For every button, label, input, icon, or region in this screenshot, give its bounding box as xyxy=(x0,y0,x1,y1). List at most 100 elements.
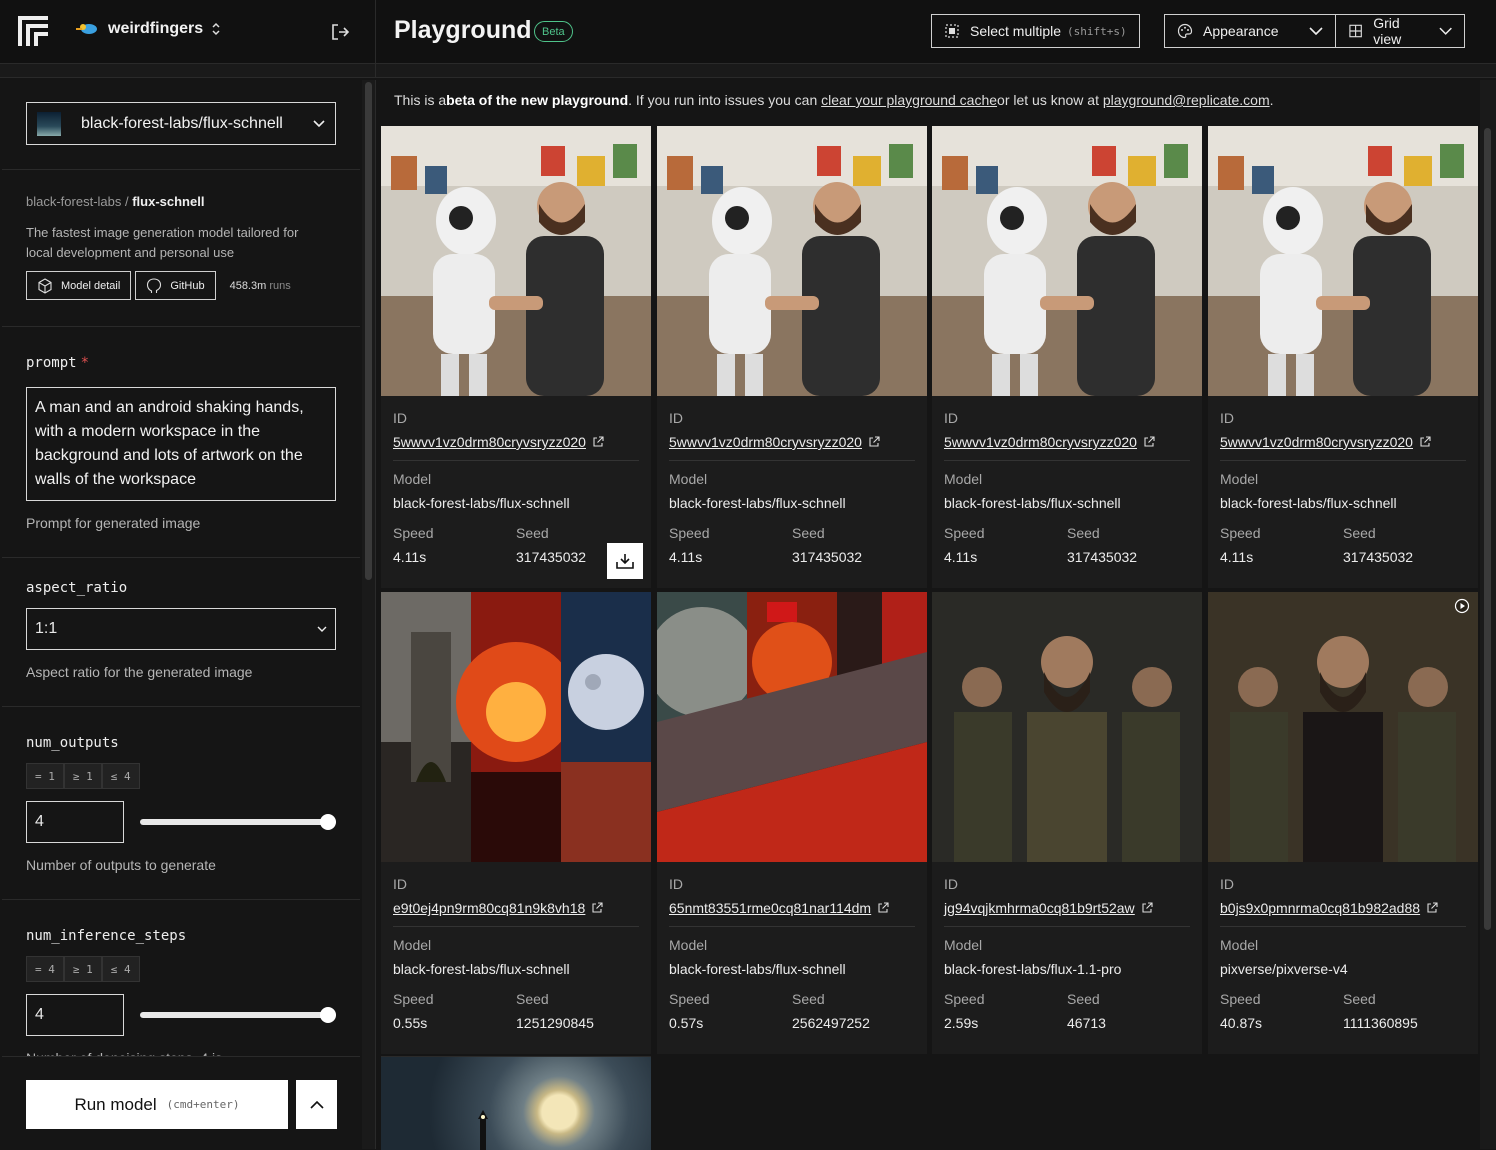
aspect-ratio-select[interactable]: 1:1 xyxy=(26,608,336,650)
appearance-label: Appearance xyxy=(1203,23,1279,39)
output-card[interactable]: ID b0js9x0pmnrma0cq81b982ad88 Model pixv… xyxy=(1208,592,1478,1054)
output-image[interactable] xyxy=(932,126,1202,396)
seed-label: Seed xyxy=(792,991,825,1007)
divider xyxy=(669,926,915,927)
model-value: black-forest-labs/flux-1.1-pro xyxy=(944,961,1122,977)
github-button[interactable]: GitHub xyxy=(135,271,216,300)
model-value: black-forest-labs/flux-schnell xyxy=(669,495,846,511)
grid-icon xyxy=(1349,24,1362,38)
speed-value: 0.57s xyxy=(669,1015,704,1031)
id-label: ID xyxy=(669,410,683,426)
speed-label: Speed xyxy=(944,525,985,541)
prompt-label: prompt xyxy=(26,355,77,371)
replicate-logo[interactable] xyxy=(16,14,50,48)
output-card[interactable] xyxy=(381,1056,651,1150)
prediction-id-link[interactable]: 5wwvv1vz0drm80cryvsryzz020 xyxy=(944,434,1190,450)
output-image[interactable] xyxy=(932,592,1202,862)
aspect-ratio-field: aspect_ratio 1:1 Aspect ratio for the ge… xyxy=(2,558,360,707)
seed-label: Seed xyxy=(1343,525,1376,541)
output-image[interactable] xyxy=(1208,126,1478,396)
slider-handle[interactable] xyxy=(320,1007,336,1023)
output-card[interactable]: ID 5wwvv1vz0drm80cryvsryzz020 Model blac… xyxy=(932,126,1202,588)
divider xyxy=(376,64,1496,78)
model-info: black-forest-labs / flux-schnell The fas… xyxy=(2,170,360,327)
output-meta: ID 5wwvv1vz0drm80cryvsryzz020 Model blac… xyxy=(932,396,1202,588)
prediction-id-link[interactable]: jg94vqjkmhrma0cq81b9rt52aw xyxy=(944,900,1190,916)
output-image[interactable] xyxy=(657,592,927,862)
num-outputs-slider[interactable] xyxy=(140,814,336,830)
num-inference-steps-slider[interactable] xyxy=(140,1007,336,1023)
prediction-id-link[interactable]: 5wwvv1vz0drm80cryvsryzz020 xyxy=(669,434,915,450)
run-model-button[interactable]: Run model (cmd+enter) xyxy=(26,1080,288,1129)
model-name[interactable]: flux-schnell xyxy=(132,194,204,209)
external-link-icon xyxy=(1420,436,1431,447)
chevron-down-icon xyxy=(313,119,325,127)
view-mode-dropdown[interactable]: Grid view xyxy=(1335,14,1465,48)
speed-value: 4.11s xyxy=(393,549,427,565)
run-options-button[interactable] xyxy=(296,1080,337,1129)
prediction-id-link[interactable]: 65nmt83551rme0cq81nar114dm xyxy=(669,900,915,916)
model-detail-button[interactable]: Model detail xyxy=(26,271,132,300)
run-bar: Run model (cmd+enter) xyxy=(2,1056,360,1149)
prompt-field: prompt * A man and an android shaking han… xyxy=(2,327,360,558)
prediction-id-link[interactable]: e9t0ej4pn9rm80cq81n9k8vh18 xyxy=(393,900,639,916)
beta-notice: This is a beta of the new playground. If… xyxy=(380,80,1480,120)
prediction-id-link[interactable]: 5wwvv1vz0drm80cryvsryzz020 xyxy=(393,434,639,450)
seed-label: Seed xyxy=(1343,991,1376,1007)
logout-icon[interactable] xyxy=(330,22,350,42)
output-meta: ID b0js9x0pmnrma0cq81b982ad88 Model pixv… xyxy=(1208,862,1478,1054)
grid-scrollbar[interactable] xyxy=(1480,80,1496,1149)
appearance-dropdown[interactable]: Appearance xyxy=(1164,14,1336,48)
output-card[interactable]: ID e9t0ej4pn9rm80cq81n9k8vh18 Model blac… xyxy=(381,592,651,1054)
prompt-help: Prompt for generated image xyxy=(26,515,201,531)
divider xyxy=(393,460,639,461)
chevron-up-icon xyxy=(309,1100,324,1109)
seed-value: 46713 xyxy=(1067,1015,1106,1031)
chevron-down-icon xyxy=(1439,27,1452,35)
model-value: black-forest-labs/flux-schnell xyxy=(669,961,846,977)
output-image[interactable] xyxy=(381,592,651,862)
prompt-input[interactable]: A man and an android shaking hands, with… xyxy=(26,387,336,501)
select-multiple-button[interactable]: Select multiple (shift+s) xyxy=(931,14,1140,48)
constraint-chip: = 1 xyxy=(26,763,64,789)
github-label: GitHub xyxy=(170,279,205,292)
download-button[interactable] xyxy=(607,543,643,579)
output-image[interactable] xyxy=(657,126,927,396)
page-title: Playground xyxy=(394,16,532,44)
slider-handle[interactable] xyxy=(320,814,336,830)
seed-label: Seed xyxy=(792,525,825,541)
notice-text: . If you run into issues you can xyxy=(628,92,818,108)
num-outputs-input[interactable]: 4 xyxy=(26,801,124,843)
download-icon xyxy=(616,554,634,569)
output-card[interactable]: ID 5wwvv1vz0drm80cryvsryzz020 Model blac… xyxy=(657,126,927,588)
scrollbar-thumb[interactable] xyxy=(1484,128,1491,930)
num-inference-steps-input[interactable]: 4 xyxy=(26,994,124,1036)
email-link[interactable]: playground@replicate.com xyxy=(1103,92,1270,108)
select-multiple-shortcut: (shift+s) xyxy=(1067,24,1127,38)
prediction-id-link[interactable]: 5wwvv1vz0drm80cryvsryzz020 xyxy=(1220,434,1466,450)
output-image[interactable] xyxy=(1208,592,1478,862)
prediction-id-link[interactable]: b0js9x0pmnrma0cq81b982ad88 xyxy=(1220,900,1466,916)
output-card[interactable]: ID 65nmt83551rme0cq81nar114dm Model blac… xyxy=(657,592,927,1054)
divider xyxy=(1220,460,1466,461)
output-card[interactable]: ID 5wwvv1vz0drm80cryvsryzz020 Model blac… xyxy=(1208,126,1478,588)
output-meta: ID 5wwvv1vz0drm80cryvsryzz020 Model blac… xyxy=(1208,396,1478,588)
select-multiple-label: Select multiple xyxy=(970,23,1062,39)
external-link-icon xyxy=(593,436,604,447)
output-image[interactable] xyxy=(381,1057,651,1150)
account-switcher[interactable]: weirdfingers xyxy=(76,20,221,38)
scrollbar-thumb[interactable] xyxy=(365,82,372,580)
palette-icon xyxy=(1177,23,1193,39)
model-label: Model xyxy=(669,471,708,487)
output-card[interactable]: ID jg94vqjkmhrma0cq81b9rt52aw Model blac… xyxy=(932,592,1202,1054)
model-selector[interactable]: black-forest-labs/flux-schnell xyxy=(26,102,336,145)
model-owner[interactable]: black-forest-labs xyxy=(26,194,121,209)
output-card[interactable]: ID 5wwvv1vz0drm80cryvsryzz020 Model blac… xyxy=(381,126,651,588)
sidebar-scrollbar[interactable] xyxy=(362,80,376,1149)
divider xyxy=(669,460,915,461)
output-meta: ID e9t0ej4pn9rm80cq81n9k8vh18 Model blac… xyxy=(381,862,651,1054)
output-image[interactable] xyxy=(381,126,651,396)
required-marker: * xyxy=(80,355,90,371)
play-icon[interactable] xyxy=(1454,598,1470,617)
clear-cache-link[interactable]: clear your playground cache xyxy=(821,92,997,108)
